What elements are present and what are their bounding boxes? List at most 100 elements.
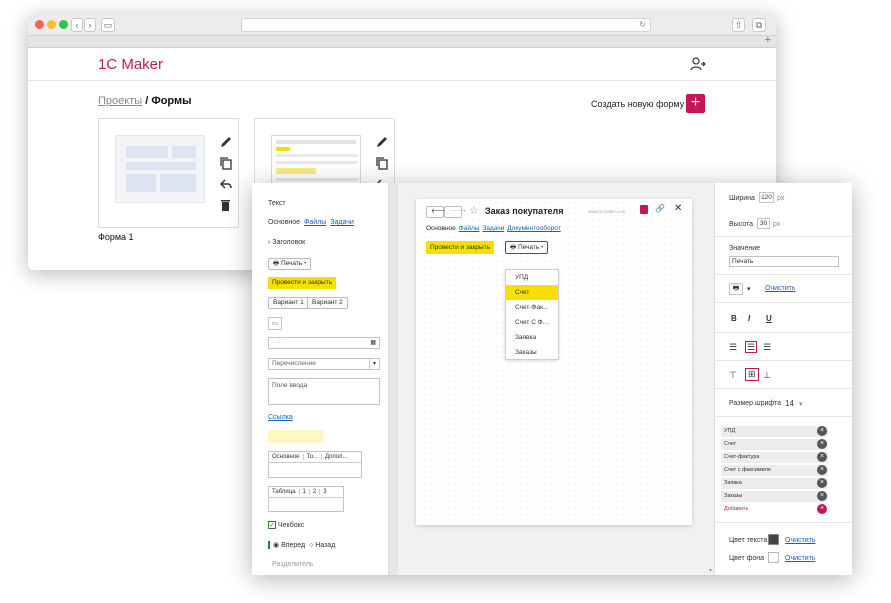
bg-color-clear-link[interactable]: Очистить [785, 555, 815, 562]
checkbox-checked-icon[interactable]: ✓ [268, 521, 276, 529]
calendar-icon[interactable]: ▦ [370, 339, 376, 346]
bold-button[interactable]: B [731, 314, 737, 323]
palette-enum-field[interactable]: Перечисление ▾ [268, 358, 380, 370]
forward-arrow-icon[interactable]: › [84, 18, 96, 32]
value-input[interactable]: Печать [729, 256, 839, 267]
print-menu-item-selected[interactable]: Счет [506, 285, 558, 300]
remove-circle-icon[interactable]: × [817, 439, 827, 449]
link-icon[interactable]: 🔗 [655, 204, 665, 213]
palette-variant-1[interactable]: Вариант 1 [268, 297, 309, 309]
scroll-down-icon[interactable]: ▾ [709, 567, 712, 574]
close-icon[interactable]: ✕ [674, 203, 682, 214]
align-top-icon[interactable]: ⊤ [729, 370, 737, 381]
copy-icon[interactable] [375, 156, 389, 170]
palette-post-close-button[interactable]: Провести и закрыть [268, 277, 337, 289]
palette-tabs-widget[interactable]: Основное То... Допол... [268, 451, 362, 478]
palette-checkbox-item[interactable]: ✓ Чекбокс [268, 521, 304, 529]
palette-header-item[interactable]: › Заголовок [268, 239, 305, 246]
edit-pencil-icon[interactable] [375, 135, 389, 149]
radio-empty-icon[interactable]: ○ [309, 542, 313, 549]
breadcrumb-projects-link[interactable]: Проекты [98, 95, 142, 107]
font-size-dropdown-icon[interactable]: ▾ [799, 400, 803, 408]
dropdown-arrow-icon[interactable]: ▾ [369, 359, 379, 369]
align-center-icon[interactable]: ☰ [745, 341, 758, 353]
edit-pencil-icon[interactable] [219, 135, 233, 149]
align-right-icon[interactable]: ☰ [763, 342, 771, 353]
palette-highlight-block[interactable] [268, 430, 323, 443]
copy-icon[interactable] [219, 156, 233, 170]
print-menu-item[interactable]: Заявка [506, 330, 558, 345]
print-menu-item[interactable]: Заказы [506, 345, 558, 360]
forward-arrow-icon[interactable]: 🡒 [444, 206, 466, 218]
back-arrow-icon[interactable]: 🡐 [426, 206, 448, 218]
close-window-button[interactable] [35, 20, 44, 29]
menu-item-chip[interactable]: Счет с факсимиле × [721, 465, 828, 476]
italic-button[interactable]: I [748, 314, 750, 323]
add-circle-icon[interactable]: + [817, 504, 827, 514]
form-tab-docflow[interactable]: Документооборот [507, 225, 560, 232]
form-card[interactable] [98, 118, 239, 228]
remove-circle-icon[interactable]: × [817, 478, 827, 488]
printer-icon[interactable]: 🖶 [729, 283, 743, 295]
print-menu-item[interactable]: УПД [506, 270, 558, 285]
tabs-widget-tab[interactable]: Допол... [322, 454, 350, 460]
menu-item-chip[interactable]: Счет-фактура × [721, 452, 828, 463]
palette-icon-button[interactable]: ico [268, 317, 282, 330]
remove-circle-icon[interactable]: × [817, 452, 827, 462]
sidebar-toggle-icon[interactable]: ▭ [101, 18, 115, 32]
align-bottom-icon[interactable]: ⊥ [763, 370, 771, 381]
bg-color-swatch[interactable] [768, 552, 779, 563]
tab-main[interactable]: Основное [268, 219, 300, 226]
menu-item-chip[interactable]: Счет × [721, 439, 828, 450]
remove-circle-icon[interactable]: × [817, 465, 827, 475]
print-dropdown-button[interactable]: 🖶 Печать ▾ [505, 241, 549, 254]
create-form-button[interactable]: + [686, 94, 705, 113]
remove-circle-icon[interactable]: × [817, 491, 827, 501]
font-size-select[interactable]: 14 [785, 399, 794, 408]
form-thumbnail[interactable] [115, 135, 205, 203]
align-middle-icon[interactable]: ⊞ [745, 368, 759, 381]
maximize-window-button[interactable] [59, 20, 68, 29]
favorite-star-icon[interactable]: ☆ [469, 204, 479, 217]
text-color-swatch[interactable] [768, 534, 779, 545]
document-icon[interactable] [640, 205, 648, 214]
back-arrow-icon[interactable]: ‹ [71, 18, 83, 32]
form-tab-main[interactable]: Основное [426, 225, 456, 232]
tabs-widget-tab[interactable]: Основное [269, 454, 304, 460]
tab-files[interactable]: Файлы [304, 219, 326, 226]
delete-bin-icon[interactable] [219, 198, 233, 212]
palette-print-button[interactable]: 🖶 Печать ▾ [268, 258, 312, 270]
menu-item-chip[interactable]: Заказы × [721, 491, 828, 502]
palette-table-widget[interactable]: Таблица 1 2 3 [268, 486, 344, 512]
print-menu-item[interactable]: Счет С Ф... [506, 315, 558, 330]
icon-dropdown-arrow-icon[interactable]: ▾ [747, 285, 751, 293]
form-preview[interactable]: 🡐 🡒 ☆ Заказ покупателя www.1cmaker.com 🔗… [416, 199, 692, 525]
radio-selected-icon[interactable]: ◉ [273, 542, 279, 549]
share-icon[interactable]: ⇧ [732, 18, 745, 32]
tabs-overview-icon[interactable]: ⧉ [752, 18, 766, 32]
remove-circle-icon[interactable]: × [817, 426, 827, 436]
height-input[interactable]: 30 [757, 218, 770, 229]
tab-tasks[interactable]: Задачи [330, 219, 354, 226]
create-form-label[interactable]: Создать новую форму [591, 99, 684, 109]
reply-arrow-icon[interactable] [219, 177, 233, 191]
app-logo[interactable]: 1C Maker [98, 56, 163, 73]
palette-link[interactable]: Ссылка [268, 414, 293, 421]
palette-text-item[interactable]: Текст [268, 200, 286, 207]
menu-item-chip[interactable]: Заявка × [721, 478, 828, 489]
underline-button[interactable]: U [766, 314, 772, 323]
align-left-icon[interactable]: ☰ [729, 342, 737, 353]
form-card-title[interactable]: Форма 1 [98, 232, 134, 242]
reload-icon[interactable]: ↻ [639, 20, 646, 29]
palette-separator-item[interactable]: Разделитель [272, 561, 314, 568]
menu-item-chip[interactable]: УПД × [721, 426, 828, 437]
width-input[interactable]: 120 [759, 192, 774, 203]
palette-variant-2[interactable]: Вариант 2 [307, 297, 348, 309]
user-logout-icon[interactable] [690, 56, 706, 72]
post-close-button[interactable]: Провести и закрыть [426, 241, 495, 254]
palette-date-field[interactable]: . . : : ▦ [268, 337, 380, 349]
palette-input-area[interactable]: Поле ввода [268, 378, 380, 405]
form-tab-tasks[interactable]: Задачи [482, 225, 504, 232]
palette-tabs-item[interactable]: Основное Файлы Задачи [268, 219, 358, 226]
tabs-widget-tab[interactable]: То... [303, 454, 323, 460]
